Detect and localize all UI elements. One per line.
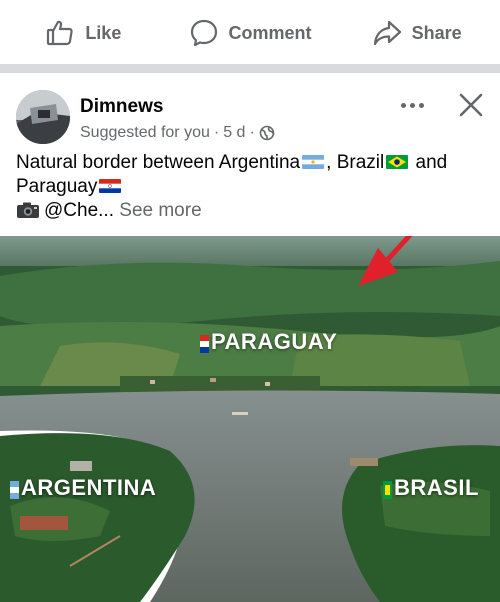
share-label: Share <box>411 22 462 43</box>
dot <box>400 102 406 108</box>
caption-text: Paraguay <box>16 176 98 197</box>
paraguay-flag-icon <box>99 179 122 193</box>
argentina-flag-icon <box>302 155 325 169</box>
brazil-flag-icon <box>383 479 392 499</box>
caption-text: Natural border between Argentina <box>16 152 301 173</box>
map-label-text: BRASIL <box>394 475 479 500</box>
post-photo[interactable]: PARAGUAY ARGENTINA BRASIL <box>0 236 500 602</box>
caption-text: , Brazil <box>326 152 385 173</box>
red-arrow-icon <box>358 236 413 286</box>
caption-line-2: Paraguay <box>16 175 494 199</box>
argentina-flag-icon <box>10 479 19 499</box>
comment-label: Comment <box>228 22 312 43</box>
post-header: Dimnews Suggested for you · 5 d · <box>0 73 500 153</box>
avatar[interactable] <box>16 90 70 144</box>
map-label-text: ARGENTINA <box>21 475 157 500</box>
post-caption: Natural border between Argentina , Brazil… <box>16 151 494 223</box>
post-meta: Suggested for you · 5 d · <box>80 124 275 142</box>
camera-icon <box>16 201 40 219</box>
dot <box>418 102 424 108</box>
caption-line-1: Natural border between Argentina , Brazil… <box>16 151 494 175</box>
post-action-bar: Like Comment Share <box>0 0 500 66</box>
globe-icon <box>259 125 275 141</box>
comment-button[interactable]: Comment <box>167 0 334 66</box>
see-more-link[interactable]: See more <box>119 200 201 221</box>
suggested-label: Suggested for you <box>80 124 210 141</box>
paraguay-flag-icon <box>200 333 209 353</box>
post-time[interactable]: 5 d <box>223 124 245 142</box>
caption-handle: @Che... <box>44 200 114 221</box>
feed-divider <box>0 64 500 73</box>
meta-separator: · <box>213 124 220 141</box>
close-icon <box>459 93 483 117</box>
more-options-button[interactable] <box>396 91 428 119</box>
caption-line-3: @Che... See more <box>16 199 494 223</box>
meta-separator: · <box>249 124 255 141</box>
comment-bubble-icon <box>189 18 219 48</box>
map-label-paraguay: PARAGUAY <box>200 329 337 355</box>
like-button[interactable]: Like <box>0 0 167 66</box>
share-button[interactable]: Share <box>333 0 500 66</box>
brazil-flag-icon <box>386 155 409 169</box>
caption-text: and <box>410 152 448 173</box>
dot <box>409 102 415 108</box>
map-label-argentina: ARGENTINA <box>10 475 156 501</box>
share-arrow-icon <box>372 18 402 48</box>
page-name[interactable]: Dimnews <box>80 96 163 118</box>
map-label-text: PARAGUAY <box>211 329 338 354</box>
hide-post-button[interactable] <box>456 90 486 120</box>
like-label: Like <box>85 22 122 43</box>
thumbs-up-icon <box>45 18 75 48</box>
map-label-brasil: BRASIL <box>383 475 479 501</box>
